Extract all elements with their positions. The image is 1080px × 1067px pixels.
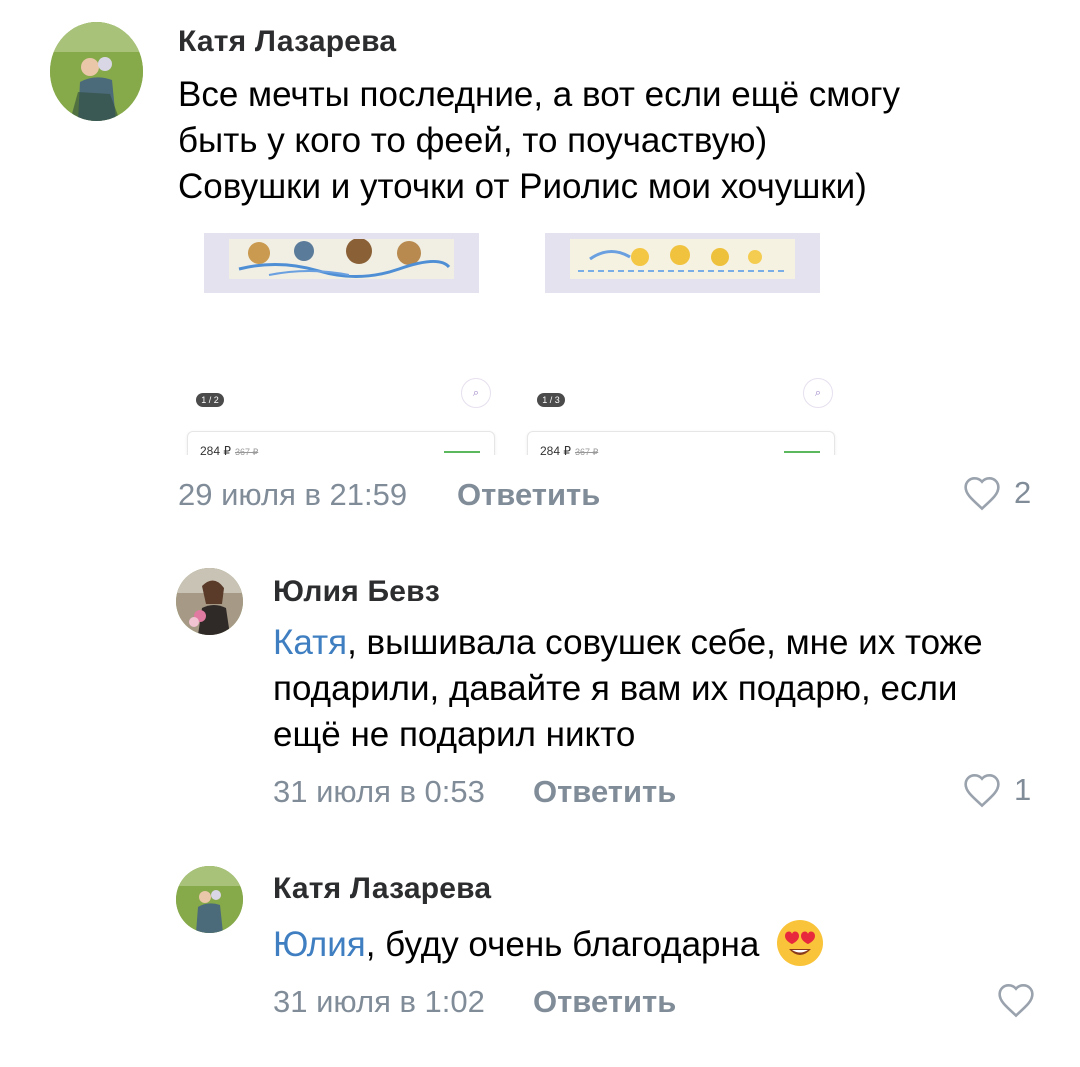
avatar-photo xyxy=(176,568,243,635)
divider xyxy=(784,451,820,453)
old-price: 367 ₽ xyxy=(235,447,259,455)
heart-outline-icon xyxy=(964,773,1000,808)
magnifier-icon[interactable]: ⌕ xyxy=(461,378,491,408)
comment-text: Катя, вышивала совушек себе, мне их тоже… xyxy=(273,620,983,758)
like-count: 1 xyxy=(1014,772,1032,807)
avatar-photo xyxy=(50,22,143,121)
avatar-katya[interactable] xyxy=(50,22,143,121)
old-price: 367 ₽ xyxy=(575,447,599,455)
like-button[interactable] xyxy=(996,982,1036,1018)
owls-embroidery xyxy=(229,239,454,279)
price: 284 ₽ xyxy=(200,444,231,455)
reply-button[interactable]: Ответить xyxy=(533,774,676,810)
like-button[interactable]: 2 xyxy=(962,475,1031,511)
comment-date: 31 июля в 1:02 xyxy=(273,984,485,1019)
avatar-katya[interactable] xyxy=(176,866,243,933)
owls-image[interactable] xyxy=(204,233,479,293)
text-line: Все мечты последние, а вот если ещё смог… xyxy=(178,75,901,114)
heart-outline-icon xyxy=(998,983,1034,1018)
text-line: , вышивала совушек себе, мне их тоже xyxy=(347,623,983,662)
mention-link[interactable]: Юлия xyxy=(273,925,366,964)
price-card[interactable]: 284 ₽ 367 ₽ xyxy=(527,431,835,455)
avatar-photo xyxy=(176,866,243,933)
text-line: Совушки и уточки от Риолис мои хочушки) xyxy=(178,167,867,206)
author-name[interactable]: Юлия Бевз xyxy=(273,575,440,609)
attached-images[interactable]: 1 / 2 ⌕ 1 / 3 ⌕ 284 ₽ 367 ₽ 284 ₽ 367 ₽ xyxy=(175,233,845,455)
comment-date: 29 июля в 21:59 xyxy=(178,477,408,512)
ducks-image[interactable] xyxy=(545,233,820,293)
text-line: ещё не подарил никто xyxy=(273,715,636,754)
like-button[interactable]: 1 xyxy=(962,772,1031,808)
heart-eyes-emoji xyxy=(775,918,825,980)
comment-text: Юлия, буду очень благодарна xyxy=(273,918,825,980)
divider xyxy=(444,451,480,453)
like-count: 2 xyxy=(1014,475,1032,510)
author-name[interactable]: Катя Лазарева xyxy=(178,25,396,59)
image-counter-badge: 1 / 3 xyxy=(537,393,565,407)
author-name[interactable]: Катя Лазарева xyxy=(273,872,491,906)
magnifier-icon[interactable]: ⌕ xyxy=(803,378,833,408)
image-counter-badge: 1 / 2 xyxy=(196,393,224,407)
reply-button[interactable]: Ответить xyxy=(533,984,676,1020)
reply-button[interactable]: Ответить xyxy=(457,477,600,513)
avatar-yulia[interactable] xyxy=(176,568,243,635)
price: 284 ₽ xyxy=(540,444,571,455)
heart-outline-icon xyxy=(964,476,1000,511)
comment-text: Все мечты последние, а вот если ещё смог… xyxy=(178,72,900,210)
text-line: подарили, давайте я вам их подарю, если xyxy=(273,669,958,708)
text-line: , буду очень благодарна xyxy=(365,925,760,964)
price-card[interactable]: 284 ₽ 367 ₽ xyxy=(187,431,495,455)
text-line: быть у кого то феей, то поучаствую) xyxy=(178,121,768,160)
comment-date: 31 июля в 0:53 xyxy=(273,774,485,809)
mention-link[interactable]: Катя xyxy=(273,623,347,662)
ducks-embroidery xyxy=(570,239,795,279)
